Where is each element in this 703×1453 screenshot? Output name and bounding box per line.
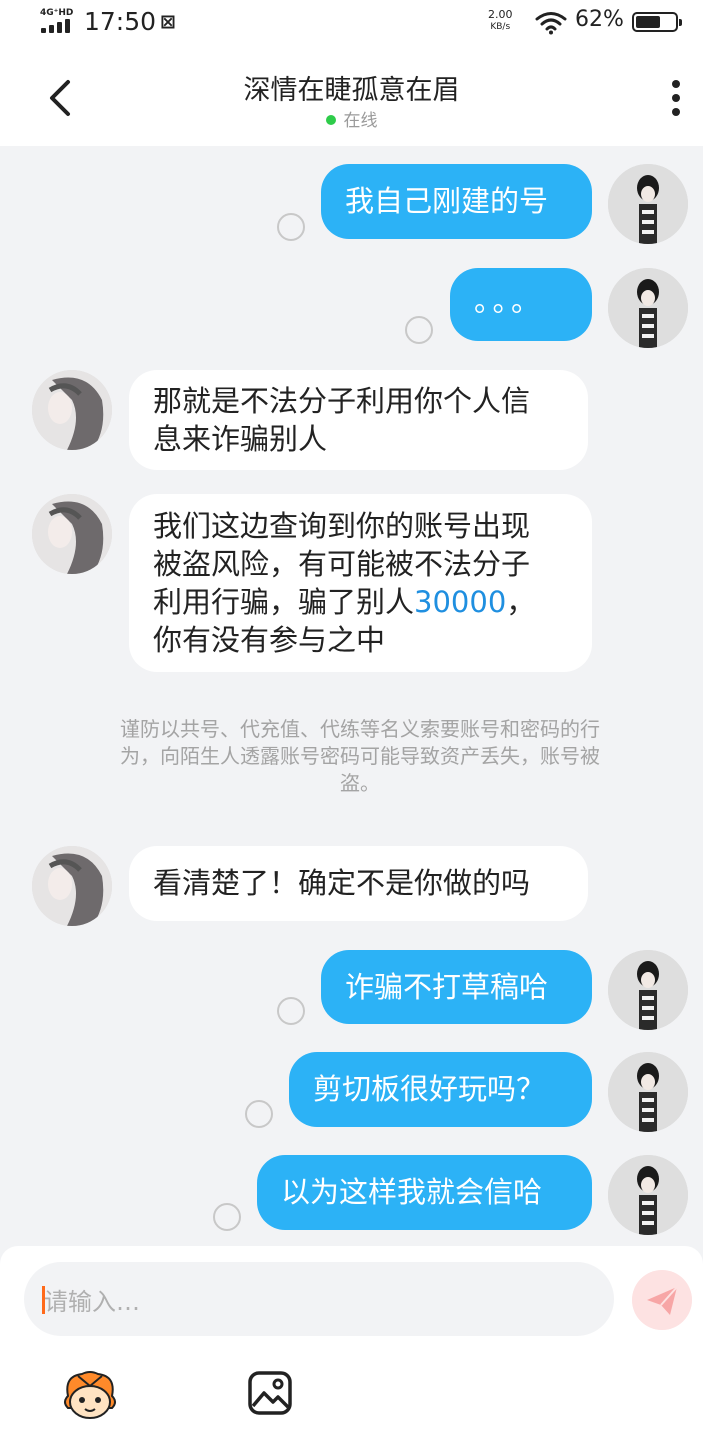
message-bubble-outgoing[interactable]: 我自己刚建的号 [321,164,592,239]
security-notice: 谨防以共号、代充值、代练等名义索要账号和密码的行 为，向陌生人透露账号密码可能导… [60,716,660,797]
network-speed-value: 2.00 [488,8,513,21]
presence-label: 在线 [343,111,378,131]
message-text: 以为这样我就会信哈 [281,1175,543,1209]
status-bar: 4G⁺HD 17:50 ⊠ 2.00 KB/s 62% [0,0,703,48]
message-text: 。。。 [474,284,545,318]
message-text: 我自己刚建的号 [345,184,549,218]
message-line: 息来诈骗别人 [153,422,328,456]
my-avatar[interactable] [608,1052,688,1132]
emoji-icon[interactable] [60,1370,120,1422]
chat-header: 深情在睫孤意在眉 在线 [0,48,703,146]
message-composer: 请输入… [0,1246,703,1453]
message-text: 剪切板很好玩吗？ [313,1072,546,1106]
message-bubble-outgoing[interactable]: 。。。 [450,268,592,341]
network-type-label: 4G⁺HD [40,8,74,18]
message-line: 你有没有参与之中 [153,623,386,657]
message-list[interactable]: 我自己刚建的号 。。。 那就是不法分子利用你个人信 息来诈骗别人 我们这边查询到… [0,146,703,1246]
message-status-icon [213,1203,241,1231]
message-status-icon [405,316,433,344]
message-line-text: 利用行骗，骗了别人 [153,585,415,619]
contact-avatar[interactable] [32,846,112,926]
contact-avatar[interactable] [32,494,112,574]
message-input[interactable]: 请输入… [24,1262,614,1336]
my-avatar[interactable] [608,950,688,1030]
message-text: 看清楚了！确定不是你做的吗 [153,866,531,900]
contact-name: 深情在睫孤意在眉 [243,75,460,106]
message-punct: ， [506,585,536,619]
signal-icon [41,19,75,33]
message-bubble-incoming[interactable]: 那就是不法分子利用你个人信 息来诈骗别人 [129,370,588,470]
notice-line: 谨防以共号、代充值、代练等名义索要账号和密码的行 [120,717,600,741]
battery-percent: 62% [575,7,624,32]
battery-icon [632,12,682,32]
presence-status: 在线 [0,106,703,131]
message-bubble-outgoing[interactable]: 剪切板很好玩吗？ [289,1052,592,1127]
image-icon[interactable] [247,1370,293,1416]
notice-line: 为，向陌生人透露账号密码可能导致资产丢失，账号被 [120,744,600,768]
message-bubble-outgoing[interactable]: 以为这样我就会信哈 [257,1155,592,1230]
message-status-icon [245,1100,273,1128]
message-bubble-incoming[interactable]: 看清楚了！确定不是你做的吗 [129,846,588,921]
send-icon[interactable] [632,1270,692,1330]
message-line: 我们这边查询到你的账号出现 [153,509,531,543]
amount-link[interactable]: 30000 [414,585,506,619]
message-line: 被盗风险，有可能被不法分子 [153,547,531,581]
more-vertical-icon[interactable] [664,78,688,118]
my-avatar[interactable] [608,1155,688,1235]
my-avatar[interactable] [608,164,688,244]
contact-avatar[interactable] [32,370,112,450]
wifi-icon [535,12,567,35]
message-line: 利用行骗，骗了别人30000， [153,583,568,621]
network-speed-unit: KB/s [490,22,511,32]
online-dot [325,115,336,125]
message-text: 诈骗不打草稿哈 [345,970,549,1004]
message-status-icon [277,997,305,1025]
notice-line: 盗。 [340,771,380,795]
message-bubble-outgoing[interactable]: 诈骗不打草稿哈 [321,950,592,1024]
notification-icon: ⊠ [160,11,176,33]
message-bubble-incoming[interactable]: 我们这边查询到你的账号出现 被盗风险，有可能被不法分子 利用行骗，骗了别人300… [129,494,592,672]
input-placeholder: 请输入… [44,1288,140,1316]
my-avatar[interactable] [608,268,688,348]
network-speed: 2.00 KB/s [488,9,513,33]
message-line: 那就是不法分子利用你个人信 [153,384,531,418]
clock: 17:50 [84,7,157,36]
battery-fill [636,16,660,28]
message-status-icon [277,213,305,241]
